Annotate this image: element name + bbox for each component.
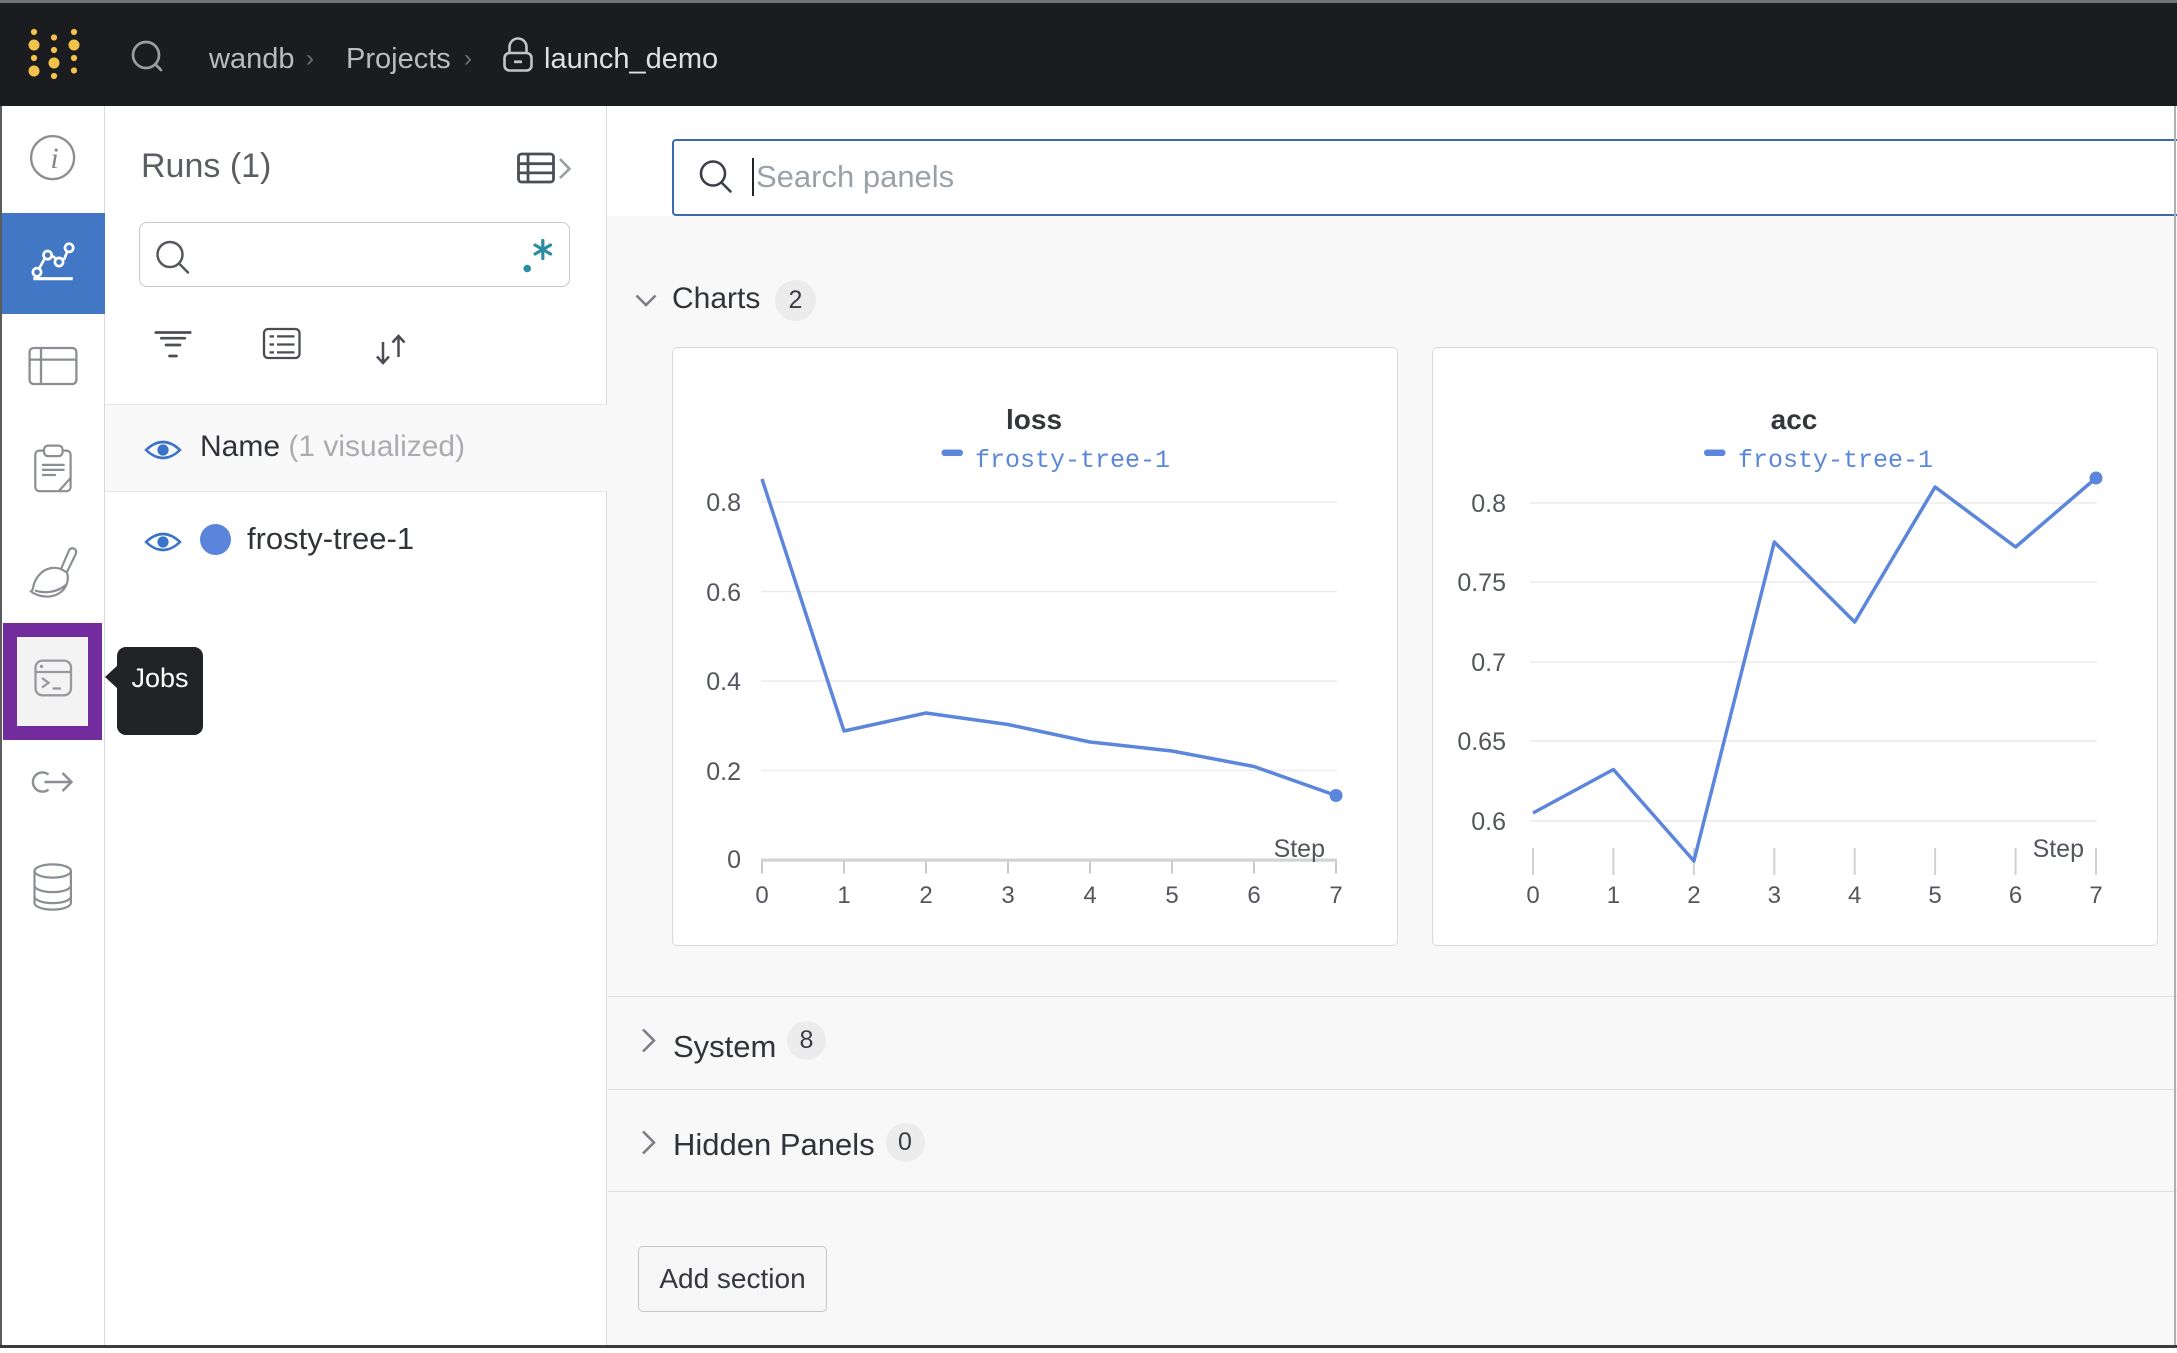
svg-text:0.8: 0.8: [706, 489, 741, 517]
svg-text:0.7: 0.7: [1471, 649, 1506, 677]
svg-text:2: 2: [919, 882, 932, 909]
svg-text:2: 2: [1687, 882, 1700, 909]
svg-text:0.2: 0.2: [706, 758, 741, 786]
svg-text:Step: Step: [2033, 835, 2084, 863]
svg-text:0: 0: [755, 882, 768, 909]
svg-text:1: 1: [837, 882, 850, 909]
svg-text:acc: acc: [1771, 404, 1818, 435]
svg-text:3: 3: [1768, 882, 1781, 909]
svg-text:0: 0: [727, 846, 741, 874]
svg-text:5: 5: [1928, 882, 1941, 909]
svg-text:i: i: [50, 142, 58, 175]
svg-text:0.8: 0.8: [1471, 490, 1506, 518]
svg-text:loss: loss: [1006, 404, 1062, 435]
svg-text:6: 6: [1247, 882, 1260, 909]
svg-text:4: 4: [1083, 882, 1096, 909]
svg-text:1: 1: [1607, 882, 1620, 909]
svg-text:0.6: 0.6: [706, 579, 741, 607]
svg-text:0: 0: [1526, 882, 1539, 909]
svg-text:frosty-tree-1: frosty-tree-1: [975, 446, 1170, 475]
svg-text:4: 4: [1848, 882, 1861, 909]
svg-text:7: 7: [2089, 882, 2102, 909]
svg-text:6: 6: [2009, 882, 2022, 909]
svg-text:0.6: 0.6: [1471, 808, 1506, 836]
svg-text:3: 3: [1001, 882, 1014, 909]
svg-text:frosty-tree-1: frosty-tree-1: [1738, 446, 1933, 475]
svg-text:0.4: 0.4: [706, 668, 741, 696]
svg-text:0.75: 0.75: [1457, 569, 1506, 597]
svg-text:5: 5: [1165, 882, 1178, 909]
svg-text:Step: Step: [1274, 835, 1325, 863]
svg-text:0.65: 0.65: [1457, 728, 1506, 756]
svg-text:7: 7: [1329, 882, 1342, 909]
